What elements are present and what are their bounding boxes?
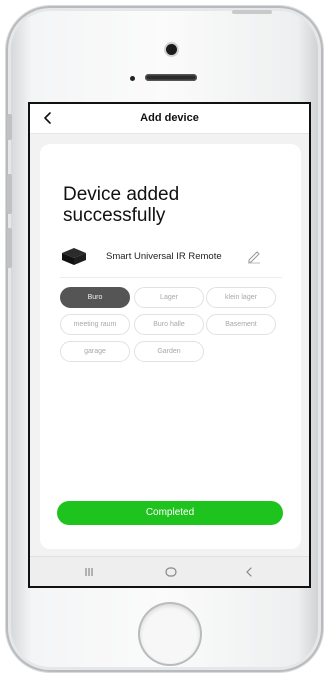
android-nav-bar bbox=[30, 556, 309, 586]
divider bbox=[60, 277, 282, 278]
proximity-sensor bbox=[130, 76, 135, 81]
earpiece-speaker bbox=[145, 74, 197, 81]
volume-down-button bbox=[7, 228, 12, 268]
device-name: Smart Universal IR Remote bbox=[106, 251, 222, 262]
success-card: Device added successfully Smart Universa… bbox=[40, 144, 301, 549]
ir-remote-icon bbox=[60, 246, 88, 268]
success-heading: Device added successfully bbox=[63, 184, 180, 226]
recents-icon[interactable] bbox=[80, 563, 98, 581]
room-chip-buro[interactable]: Buro bbox=[60, 287, 130, 308]
mute-switch bbox=[7, 114, 12, 140]
pencil-icon[interactable] bbox=[246, 248, 262, 264]
home-button[interactable] bbox=[140, 604, 200, 664]
room-chip-basement[interactable]: Basement bbox=[206, 314, 276, 335]
app-screen: Add device Device added successfully Sma… bbox=[28, 102, 311, 588]
device-row: Smart Universal IR Remote bbox=[60, 242, 284, 272]
completed-button[interactable]: Completed bbox=[57, 501, 283, 525]
room-chip-garage[interactable]: garage bbox=[60, 341, 130, 362]
room-chip-meeting-raum[interactable]: meeting raum bbox=[60, 314, 130, 335]
power-button bbox=[232, 10, 272, 14]
room-chip-lager[interactable]: Lager bbox=[134, 287, 204, 308]
back-chevron-icon[interactable] bbox=[240, 563, 258, 581]
room-chip-klein-lager[interactable]: klein lager bbox=[206, 287, 276, 308]
home-circle-icon[interactable] bbox=[162, 563, 180, 581]
page-title: Add device bbox=[140, 112, 199, 124]
front-camera bbox=[166, 44, 177, 55]
room-chip-buro-halle[interactable]: Buro halle bbox=[134, 314, 204, 335]
volume-up-button bbox=[7, 174, 12, 214]
app-header: Add device bbox=[30, 104, 309, 134]
room-chip-garden[interactable]: Garden bbox=[134, 341, 204, 362]
